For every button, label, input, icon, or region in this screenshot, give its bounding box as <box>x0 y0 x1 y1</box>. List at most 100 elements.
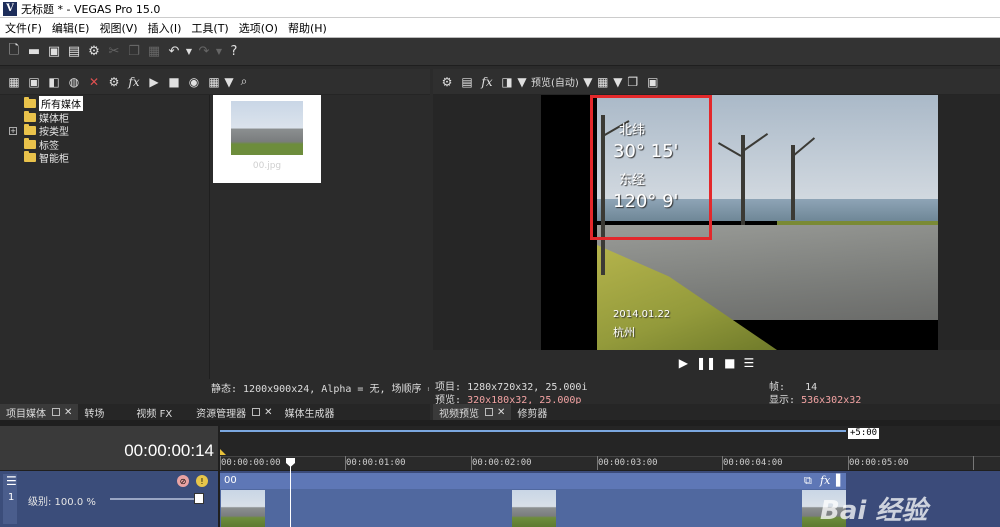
menu-icon[interactable]: ☰ <box>743 356 754 370</box>
copy-snapshot-icon[interactable]: ❐ <box>623 72 643 92</box>
tab-close-icon[interactable]: ✕ <box>264 407 272 418</box>
folder-icon <box>24 124 36 135</box>
delete-icon[interactable]: ✕ <box>84 72 104 92</box>
tab-close-icon[interactable]: ✕ <box>64 407 72 418</box>
start-marker-icon[interactable] <box>220 449 226 455</box>
menu-options[interactable]: 选项(O) <box>234 20 283 36</box>
stop-icon[interactable]: ■ <box>164 72 184 92</box>
get-media-icon[interactable]: ◧ <box>44 72 64 92</box>
video-clip-header[interactable] <box>220 473 846 489</box>
views-dropdown-icon[interactable]: ▼ <box>224 72 234 92</box>
ruler-tick-label: 00:00:00:00 <box>221 458 281 468</box>
baidu-watermark: Bai 经验 <box>820 496 928 526</box>
import-media-icon[interactable]: ▦ <box>4 72 24 92</box>
tab-video-preview[interactable]: 视频预览 ✕ <box>433 404 512 420</box>
remove-unused-icon[interactable]: ◍ <box>64 72 84 92</box>
tab-explorer[interactable]: 资源管理器 ✕ <box>190 404 278 420</box>
preview-quality-select[interactable]: 预览(自动) <box>531 74 579 89</box>
save-as-icon[interactable]: ▤ <box>64 42 84 62</box>
overlays-dropdown-icon[interactable]: ▼ <box>613 72 623 92</box>
tree-item-smart-bins[interactable]: 智能柜 <box>24 151 69 165</box>
undo-icon[interactable]: ↶ <box>164 42 184 62</box>
search-icon[interactable]: ⌕ <box>234 72 254 92</box>
play-icon[interactable]: ▶ <box>679 356 688 370</box>
folder-icon <box>24 151 36 162</box>
level-slider-knob[interactable] <box>194 493 204 504</box>
undo-dropdown-icon[interactable]: ▼ <box>184 42 194 62</box>
open-icon[interactable]: ▬ <box>24 42 44 62</box>
paste-icon[interactable]: ▦ <box>144 42 164 62</box>
clip-end-icon[interactable]: ▌ <box>836 474 844 487</box>
capture-icon[interactable]: ▣ <box>24 72 44 92</box>
tab-label: 视频 FX <box>136 408 173 420</box>
redo-dropdown-icon[interactable]: ▼ <box>214 42 224 62</box>
redo-icon[interactable]: ↷ <box>194 42 214 62</box>
play-icon[interactable]: ▶ <box>144 72 164 92</box>
save-icon[interactable]: ▣ <box>44 42 64 62</box>
ruler-tick <box>973 456 974 470</box>
loop-end-marker[interactable]: +5:00 <box>848 428 880 439</box>
tree-item-label: 智能柜 <box>39 154 69 165</box>
split-dropdown-icon[interactable]: ▼ <box>517 72 527 92</box>
copy-icon[interactable]: ❐ <box>124 42 144 62</box>
split-screen-icon[interactable]: ◨ <box>497 72 517 92</box>
tab-trimmer[interactable]: 修剪器 <box>511 404 553 420</box>
menu-edit[interactable]: 编辑(E) <box>47 20 95 36</box>
ruler-tick-label: 00:00:05:00 <box>849 458 909 468</box>
pause-icon[interactable]: ❚❚ <box>696 356 716 370</box>
playhead-cursor[interactable] <box>290 466 291 527</box>
fx-icon[interactable]: fx <box>477 72 497 92</box>
tab-transitions[interactable]: 转场 <box>78 404 110 420</box>
overlays-icon[interactable]: ▦ <box>593 72 613 92</box>
track-level-label: 级别: 100.0 % <box>28 497 96 508</box>
clip-thumbnail <box>512 490 556 527</box>
stop-icon[interactable]: ■ <box>724 356 735 370</box>
window-title: 无标题 * - VEGAS Pro 15.0 <box>21 2 161 16</box>
cut-icon[interactable]: ✂ <box>104 42 124 62</box>
tab-project-media[interactable]: 项目媒体 ✕ <box>0 404 79 420</box>
media-thumbnail-image <box>231 101 303 155</box>
tab-media-generators[interactable]: 媒体生成器 <box>279 404 341 420</box>
tab-float-icon[interactable] <box>52 408 60 416</box>
tab-close-icon[interactable]: ✕ <box>497 407 505 418</box>
properties-icon[interactable]: ⚙ <box>104 72 124 92</box>
main-toolbar: 🗋 ▬ ▣ ▤ ⚙ ✂ ❐ ▦ ↶ ▼ ↷ ▼ ? <box>0 38 1000 66</box>
menu-view[interactable]: 视图(V) <box>94 20 142 36</box>
external-monitor-icon[interactable]: ▤ <box>457 72 477 92</box>
gear-icon[interactable]: ⚙ <box>437 72 457 92</box>
tree-item-by-type[interactable]: 按类型 <box>24 124 69 138</box>
menu-tools[interactable]: 工具(T) <box>186 20 233 36</box>
tree-item-label: 所有媒体 <box>39 96 83 111</box>
solo-icon[interactable]: ! <box>196 475 208 487</box>
preview-quality-dropdown-icon[interactable]: ▼ <box>583 72 593 92</box>
tab-float-icon[interactable] <box>252 408 261 416</box>
level-slider[interactable] <box>110 498 200 500</box>
pan-crop-icon[interactable]: ⧉ <box>804 474 812 488</box>
menu-insert[interactable]: 插入(I) <box>143 20 187 36</box>
tab-video-fx[interactable]: 视频 FX <box>130 404 178 420</box>
auto-preview-icon[interactable]: ◉ <box>184 72 204 92</box>
gear-icon[interactable]: ⚙ <box>84 42 104 62</box>
vegas-app-icon: V <box>3 1 17 16</box>
menu-file[interactable]: 文件(F) <box>0 20 47 36</box>
menu-help[interactable]: 帮助(H) <box>283 20 332 36</box>
folder-icon <box>24 97 36 108</box>
loop-region-bar[interactable] <box>220 430 846 432</box>
views-icon[interactable]: ▦ <box>204 72 224 92</box>
tab-float-icon[interactable] <box>485 408 493 416</box>
event-fx-icon[interactable]: fx <box>820 474 830 487</box>
new-icon[interactable]: 🗋 <box>4 42 24 62</box>
save-snapshot-icon[interactable]: ▣ <box>643 72 663 92</box>
tab-label: 项目媒体 <box>6 408 46 420</box>
tree-item-label: 按类型 <box>39 127 69 138</box>
media-thumbnail[interactable]: 00.jpg <box>213 95 321 183</box>
fx-icon[interactable]: fx <box>124 72 144 92</box>
right-tab-strip: 视频预览 ✕ 修剪器 <box>433 404 1000 420</box>
help-icon[interactable]: ? <box>224 42 244 62</box>
tree-item-all-media[interactable]: 所有媒体 <box>24 96 83 111</box>
track-menu-icon[interactable]: ☰ <box>6 474 17 488</box>
mute-icon[interactable]: ⊘ <box>177 475 189 487</box>
tree-expander[interactable]: + <box>9 127 17 135</box>
left-tab-strip: 项目媒体 ✕ 转场 视频 FX 资源管理器 ✕ 媒体生成器 <box>0 404 430 420</box>
tab-label: 转场 <box>84 408 105 420</box>
